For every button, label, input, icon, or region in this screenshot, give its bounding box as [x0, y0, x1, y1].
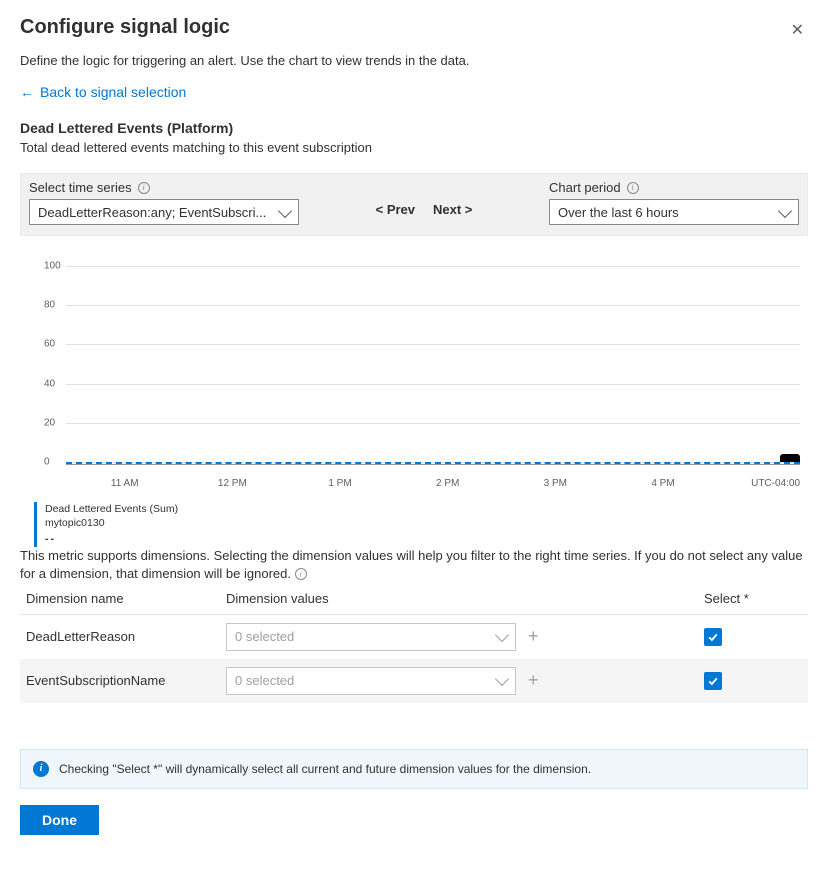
- dimension-values-placeholder: 0 selected: [235, 629, 294, 644]
- chart-ytick: 80: [44, 300, 55, 311]
- time-series-label: Select time series: [29, 180, 132, 195]
- signal-description: Total dead lettered events matching to t…: [20, 140, 808, 155]
- chart-xtick: 12 PM: [218, 478, 247, 489]
- col-dimension-values: Dimension values: [220, 583, 698, 615]
- chart-xtick: 3 PM: [544, 478, 567, 489]
- dimensions-note: This metric supports dimensions. Selecti…: [20, 548, 803, 581]
- chevron-down-icon: [495, 672, 509, 686]
- select-all-checkbox[interactable]: [704, 628, 722, 646]
- dimension-name-cell: DeadLetterReason: [20, 614, 220, 659]
- info-banner-text: Checking "Select *" will dynamically sel…: [59, 762, 591, 776]
- legend-resource: mytopic0130: [45, 516, 178, 530]
- chevron-down-icon: [278, 203, 292, 217]
- info-icon[interactable]: i: [295, 568, 307, 580]
- chart-gridline: [66, 266, 800, 267]
- time-series-dropdown[interactable]: DeadLetterReason:any; EventSubscri...: [29, 199, 299, 225]
- chart-xtick: 2 PM: [436, 478, 459, 489]
- chart-period-value: Over the last 6 hours: [558, 205, 679, 220]
- controls-bar: Select time series i DeadLetterReason:an…: [20, 173, 808, 236]
- chart-gridline: [66, 384, 800, 385]
- chart-gridline: [66, 423, 800, 424]
- chart-latest-marker: [780, 454, 800, 462]
- add-dimension-value-button[interactable]: +: [528, 626, 539, 647]
- time-series-value: DeadLetterReason:any; EventSubscri...: [38, 205, 266, 220]
- dimension-values-dropdown[interactable]: 0 selected: [226, 623, 516, 651]
- chart-period-dropdown[interactable]: Over the last 6 hours: [549, 199, 799, 225]
- info-icon[interactable]: i: [138, 182, 150, 194]
- dimension-values-dropdown[interactable]: 0 selected: [226, 667, 516, 695]
- chart-gridline: [66, 344, 800, 345]
- chart-xtick: 11 AM: [111, 478, 139, 489]
- info-icon[interactable]: i: [627, 182, 639, 194]
- chart-timezone: UTC-04:00: [751, 478, 800, 489]
- close-icon[interactable]: ✕: [787, 16, 808, 44]
- prev-button[interactable]: < Prev: [376, 202, 415, 217]
- next-button[interactable]: Next >: [433, 202, 472, 217]
- chart-period-label: Chart period: [549, 180, 621, 195]
- done-button[interactable]: Done: [20, 805, 99, 835]
- chart-ytick: 0: [44, 457, 50, 468]
- chart-xtick: 4 PM: [651, 478, 674, 489]
- page-title: Configure signal logic: [20, 16, 230, 39]
- chart-ytick: 100: [44, 261, 61, 272]
- table-row: EventSubscriptionName 0 selected +: [20, 659, 808, 703]
- chart-xtick: 1 PM: [328, 478, 351, 489]
- chart: 0 20 40 60 80 100 11 AM 12 PM 1 PM 2 PM 3 PM 4 PM U…: [20, 250, 808, 547]
- arrow-left-icon: ←: [20, 84, 34, 100]
- legend-value: --: [45, 532, 178, 546]
- info-banner: i Checking "Select *" will dynamically s…: [20, 749, 808, 789]
- back-to-signal-selection-link[interactable]: ← Back to signal selection: [20, 84, 186, 100]
- chevron-down-icon: [778, 203, 792, 217]
- page-subtitle: Define the logic for triggering an alert…: [20, 53, 808, 68]
- col-dimension-name: Dimension name: [20, 583, 220, 615]
- legend-color-bar: [34, 502, 37, 547]
- chart-ytick: 60: [44, 339, 55, 350]
- info-icon: i: [33, 761, 49, 777]
- col-select-all: Select *: [698, 583, 808, 615]
- chart-ytick: 20: [44, 417, 55, 428]
- chart-gridline: [66, 305, 800, 306]
- legend-series-name: Dead Lettered Events (Sum): [45, 502, 178, 516]
- dimension-name-cell: EventSubscriptionName: [20, 659, 220, 703]
- chart-legend: Dead Lettered Events (Sum) mytopic0130 -…: [34, 502, 804, 547]
- select-all-checkbox[interactable]: [704, 672, 722, 690]
- chart-xaxis: [66, 464, 800, 465]
- table-row: DeadLetterReason 0 selected +: [20, 614, 808, 659]
- chart-ytick: 40: [44, 378, 55, 389]
- dimensions-table: Dimension name Dimension values Select *…: [20, 583, 808, 703]
- dimension-values-placeholder: 0 selected: [235, 673, 294, 688]
- back-link-label: Back to signal selection: [40, 84, 186, 100]
- signal-name: Dead Lettered Events (Platform): [20, 120, 808, 136]
- chevron-down-icon: [495, 628, 509, 642]
- add-dimension-value-button[interactable]: +: [528, 670, 539, 691]
